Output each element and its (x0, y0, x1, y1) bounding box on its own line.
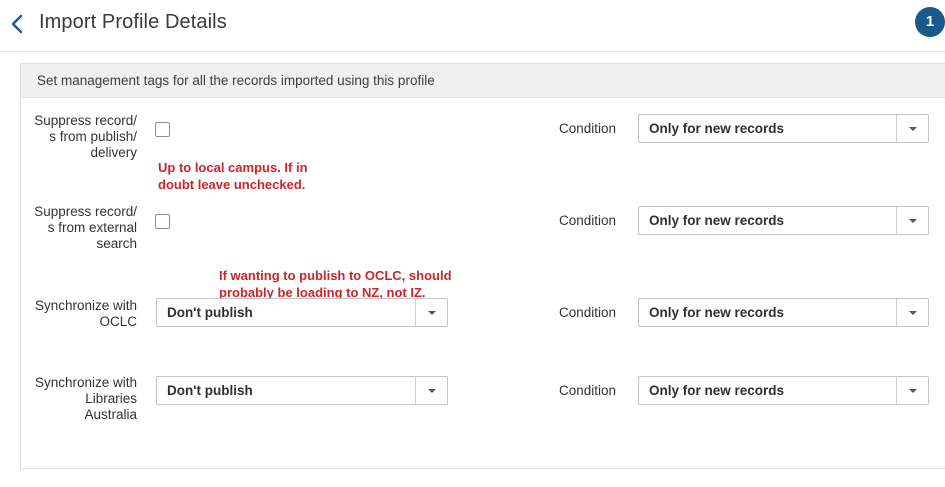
select-divider (415, 377, 416, 404)
sync-oclc-select[interactable]: Don't publish (156, 298, 448, 327)
label-line: Australia (84, 407, 137, 422)
chevron-down-icon (909, 127, 917, 131)
select-value: Only for new records (649, 305, 785, 320)
page-title: Import Profile Details (39, 11, 227, 33)
annotation-line: If wanting to publish to OCLC, should (219, 268, 452, 283)
suppress-external-label: Suppress record/ s from external search (21, 204, 137, 252)
suppress-publish-checkbox[interactable] (155, 122, 170, 137)
select-value: Don't publish (167, 383, 253, 398)
panel-heading: Set management tags for all the records … (37, 73, 435, 88)
annotation-line: Up to local campus. If in (158, 160, 308, 175)
select-value: Don't publish (167, 305, 253, 320)
label-line: OCLC (99, 314, 137, 329)
select-value: Only for new records (649, 121, 785, 136)
sync-libraries-australia-select[interactable]: Don't publish (156, 376, 448, 405)
condition-label: Condition (559, 305, 617, 320)
select-value: Only for new records (649, 213, 785, 228)
panel-header: Set management tags for all the records … (21, 64, 945, 98)
condition-label: Condition (559, 383, 617, 398)
label-line: Synchronize with (34, 375, 137, 390)
sync-oclc-label: Synchronize with OCLC (21, 298, 137, 330)
chevron-down-icon (428, 311, 436, 315)
condition-label: Condition (559, 121, 617, 136)
annotation-note: If wanting to publish to OCLC, should pr… (219, 267, 452, 301)
chevron-left-icon[interactable] (8, 13, 26, 35)
select-divider (896, 207, 897, 234)
chevron-down-icon (909, 219, 917, 223)
label-line: delivery (90, 145, 137, 160)
label-line: search (96, 236, 137, 251)
sync-libraries-australia-label: Synchronize with Libraries Australia (21, 375, 137, 423)
chevron-down-icon (909, 389, 917, 393)
select-divider (415, 299, 416, 326)
chevron-down-icon (909, 311, 917, 315)
select-divider (896, 377, 897, 404)
label-line: Suppress record/ (34, 204, 137, 219)
suppress-external-condition-select[interactable]: Only for new records (638, 206, 929, 235)
notification-badge[interactable]: 1 (915, 7, 945, 37)
sync-oclc-condition-select[interactable]: Only for new records (638, 298, 929, 327)
select-divider (896, 115, 897, 142)
label-line: s from external (47, 220, 137, 235)
annotation-note: Up to local campus. If in doubt leave un… (158, 159, 308, 193)
label-line: Suppress record/ (34, 113, 137, 128)
suppress-publish-label: Suppress record/ s from publish/ deliver… (21, 113, 137, 161)
chevron-down-icon (428, 389, 436, 393)
sync-libraries-australia-condition-select[interactable]: Only for new records (638, 376, 929, 405)
suppress-external-checkbox[interactable] (155, 214, 170, 229)
select-value: Only for new records (649, 383, 785, 398)
management-tags-panel: Set management tags for all the records … (20, 63, 945, 469)
condition-label: Condition (559, 213, 617, 228)
page-header: Import Profile Details 1 (0, 0, 945, 52)
annotation-line: doubt leave unchecked. (158, 177, 306, 192)
label-line: Libraries (85, 391, 137, 406)
label-line: s from publish/ (49, 129, 137, 144)
label-line: Synchronize with (34, 298, 137, 313)
suppress-publish-condition-select[interactable]: Only for new records (638, 114, 929, 143)
select-divider (896, 299, 897, 326)
